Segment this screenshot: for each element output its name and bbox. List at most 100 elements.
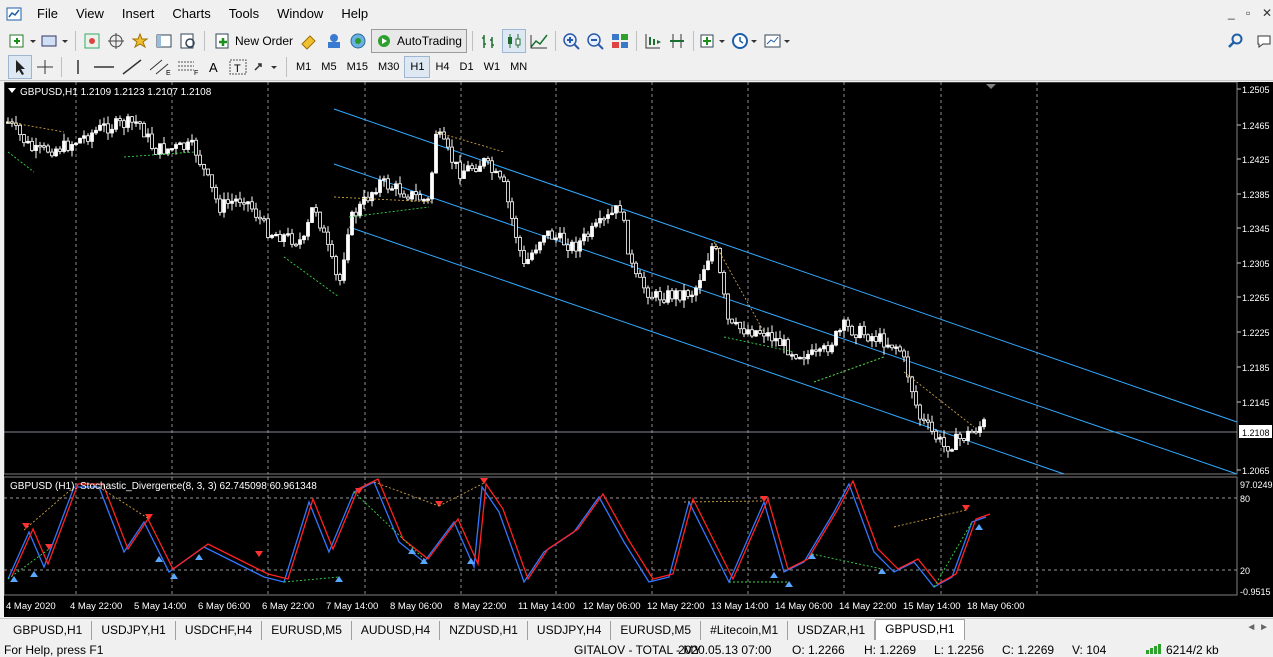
arrows-icon[interactable]	[251, 56, 281, 78]
candlestick-chart-icon[interactable]	[501, 29, 526, 53]
price-label: 1.2145	[1242, 398, 1270, 408]
chart-tab[interactable]: #Litecoin,M1	[701, 621, 789, 640]
text-label-icon[interactable]: T	[227, 56, 249, 78]
timeframe-m30[interactable]: M30	[373, 57, 404, 77]
templates-icon[interactable]	[763, 30, 793, 52]
timeframe-h1[interactable]: H1	[404, 56, 431, 78]
menu-charts[interactable]: Charts	[163, 0, 219, 28]
new-order-button[interactable]: New Order	[210, 30, 297, 52]
new-chart-icon[interactable]	[8, 30, 38, 52]
candle-body	[378, 179, 382, 193]
timeframe-mn[interactable]: MN	[505, 57, 532, 77]
navigator-icon[interactable]	[129, 30, 151, 52]
chart-tab[interactable]: USDJPY,H4	[528, 621, 612, 640]
profiles-icon[interactable]	[40, 30, 70, 52]
timeframe-m15[interactable]: M15	[342, 57, 373, 77]
text-icon[interactable]: A	[203, 56, 225, 78]
price-chart[interactable]: 1.2505 1.2465 1.2425 1.2385 1.2345 1.2305 1.22…	[3, 81, 1273, 617]
sell-arrow-icon	[145, 514, 153, 520]
candle-body	[914, 391, 918, 406]
candle-body	[462, 170, 466, 179]
tile-windows-icon[interactable]	[609, 30, 631, 52]
chart-tab[interactable]: USDCHF,H4	[176, 621, 263, 640]
close-icon[interactable]: ✕	[1262, 6, 1272, 20]
candle-body	[458, 161, 462, 179]
line-chart-icon[interactable]	[528, 30, 550, 52]
timeframe-d1[interactable]: D1	[455, 57, 479, 77]
buy-arrow-icon	[975, 524, 983, 530]
price-label: 1.2225	[1242, 328, 1270, 338]
restore-icon[interactable]: ▫	[1246, 6, 1250, 20]
terminal-icon[interactable]	[153, 30, 175, 52]
periods-icon[interactable]	[731, 30, 761, 52]
candle-body	[966, 430, 970, 441]
cursor-icon[interactable]	[8, 55, 32, 79]
chart-tab[interactable]: GBPUSD,H1	[4, 621, 93, 640]
timeframe-m1[interactable]: M1	[291, 57, 316, 77]
chart-tab[interactable]: USDZAR,H1	[788, 621, 876, 640]
market-watch-icon[interactable]	[81, 30, 103, 52]
auto-scroll-icon[interactable]	[666, 30, 688, 52]
candle-body	[174, 144, 178, 149]
bar-chart-icon[interactable]	[478, 30, 500, 52]
menu-tools[interactable]: Tools	[220, 0, 268, 28]
price-label: 1.2425	[1242, 155, 1270, 165]
candle-body	[234, 198, 238, 202]
indicators-icon[interactable]	[699, 30, 729, 52]
chart-tab[interactable]: AUDUSD,H4	[352, 621, 441, 640]
metaeditor-icon[interactable]	[299, 30, 321, 52]
indicator-divergence-line	[353, 491, 425, 560]
market-icon[interactable]	[347, 30, 369, 52]
candle-body	[702, 269, 706, 281]
timeframe-m5[interactable]: M5	[316, 57, 341, 77]
candle-body	[370, 192, 374, 202]
candle-body	[614, 205, 618, 214]
candle-body	[698, 280, 702, 289]
fibonacci-icon[interactable]: F	[175, 56, 201, 78]
candle-body	[394, 183, 398, 190]
menu-view[interactable]: View	[67, 0, 113, 28]
chart-tab[interactable]: EURUSD,M5	[611, 621, 702, 640]
candle-body	[274, 233, 278, 237]
buy-arrow-icon	[467, 558, 475, 564]
timeframe-w1[interactable]: W1	[479, 57, 506, 77]
candle-body	[762, 332, 766, 337]
chart-menu-arrow-icon[interactable]	[8, 88, 16, 93]
zoom-out-icon[interactable]	[585, 30, 607, 52]
svg-text:F: F	[194, 70, 198, 76]
minimize-icon[interactable]: _	[1228, 6, 1235, 20]
chart-shift-icon[interactable]	[642, 30, 664, 52]
menu-file[interactable]: File	[28, 0, 67, 28]
equidistant-channel-icon[interactable]: E	[147, 56, 173, 78]
vertical-line-icon[interactable]	[67, 56, 89, 78]
zoom-in-icon[interactable]	[561, 30, 583, 52]
chart-tab[interactable]: GBPUSD,H1	[875, 619, 965, 640]
candle-body	[738, 321, 742, 330]
standard-toolbar: New Order AutoTrading	[0, 28, 1273, 54]
menu-help[interactable]: Help	[332, 0, 377, 28]
tab-scroll-arrows-icon[interactable]: ◄ ►	[1246, 622, 1269, 633]
horizontal-line-icon[interactable]	[91, 56, 117, 78]
chart-tab[interactable]: USDJPY,H1	[92, 621, 176, 640]
chart-tab[interactable]: EURUSD,M5	[262, 621, 352, 640]
community-icon[interactable]	[1253, 30, 1273, 52]
menu-insert[interactable]: Insert	[113, 0, 164, 28]
crosshair-icon[interactable]	[34, 56, 56, 78]
candle-body	[718, 248, 722, 273]
candle-body	[706, 260, 710, 271]
candle-body	[838, 329, 842, 333]
candle-body	[562, 232, 566, 246]
chart-window[interactable]: 1.2505 1.2465 1.2425 1.2385 1.2345 1.2305 1.22…	[3, 81, 1273, 617]
menu-window[interactable]: Window	[268, 0, 332, 28]
trendline-icon[interactable]	[119, 56, 145, 78]
candle-body	[102, 123, 106, 126]
autotrading-button[interactable]: AutoTrading	[371, 29, 467, 53]
timeframe-h4[interactable]: H4	[430, 57, 454, 77]
search-icon[interactable]	[1225, 30, 1247, 52]
crosshair-nav-icon[interactable]	[105, 30, 127, 52]
candle-body	[622, 211, 626, 221]
strategy-tester-icon[interactable]	[177, 30, 199, 52]
candle-body	[530, 252, 534, 260]
signals-icon[interactable]	[323, 30, 345, 52]
chart-tab[interactable]: NZDUSD,H1	[440, 621, 528, 640]
